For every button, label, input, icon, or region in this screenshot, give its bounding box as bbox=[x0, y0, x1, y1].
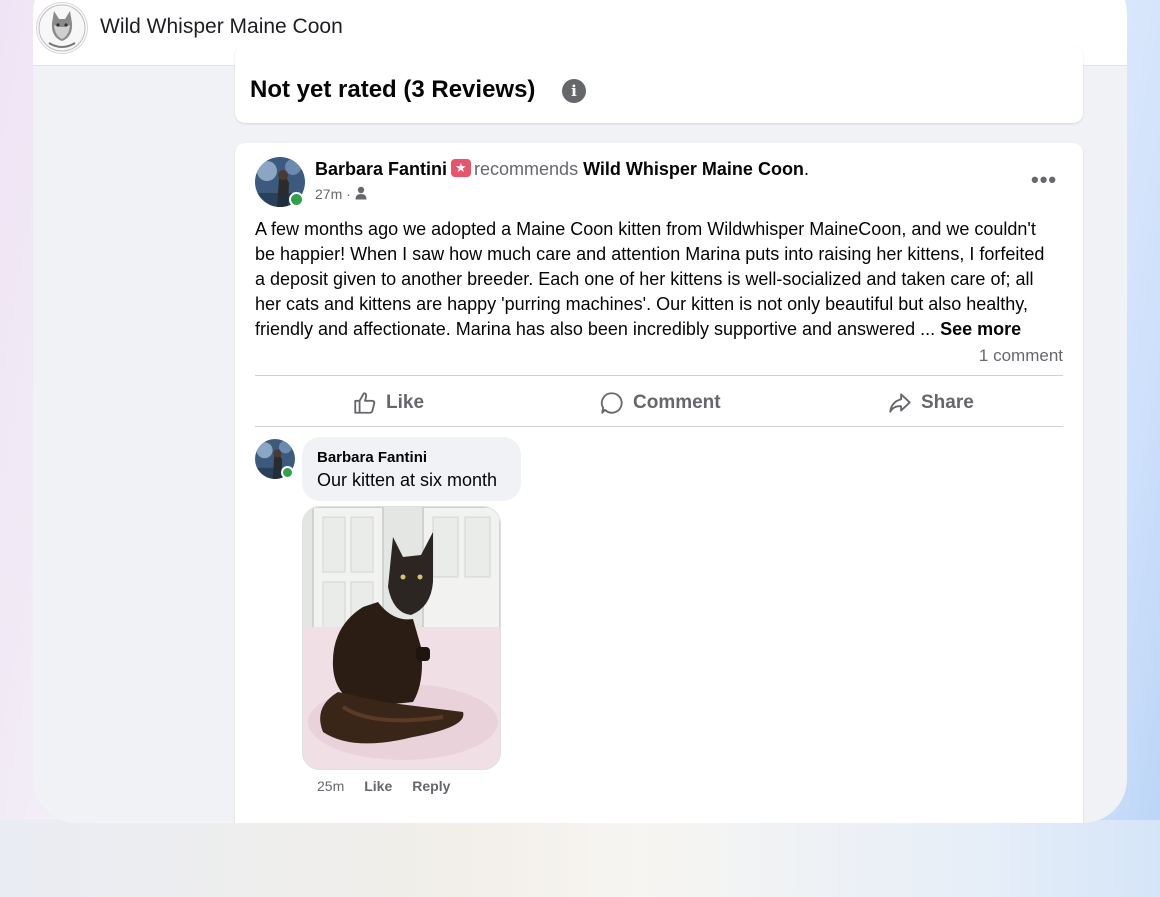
comment-text: Our kitten at six month bbox=[317, 470, 498, 490]
share-label: Share bbox=[921, 392, 974, 413]
recommend-icon bbox=[451, 159, 472, 177]
post-body: A few months ago we adopted a Maine Coon… bbox=[255, 217, 1055, 342]
cat-photo bbox=[303, 507, 500, 769]
comment-bubble: Barbara Fantini Our kitten at six month bbox=[302, 437, 521, 501]
like-button[interactable]: Like bbox=[352, 390, 424, 416]
author-name[interactable]: Barbara Fantini bbox=[315, 159, 447, 179]
comment-like-button[interactable]: Like bbox=[364, 778, 392, 794]
more-options-icon[interactable]: ••• bbox=[1031, 167, 1057, 193]
comment-icon bbox=[600, 392, 623, 414]
comment-time[interactable]: 25m bbox=[317, 778, 344, 794]
divider-top bbox=[255, 375, 1063, 376]
online-status-dot bbox=[281, 466, 294, 479]
commenter-avatar[interactable] bbox=[255, 439, 295, 479]
comment-button[interactable]: Comment bbox=[599, 390, 721, 416]
comment-count[interactable]: 1 comment bbox=[979, 346, 1063, 366]
review-post: Barbara Fantini recommends Wild Whisper M… bbox=[235, 143, 1083, 823]
info-icon[interactable]: i bbox=[562, 79, 586, 103]
kitten-photo[interactable] bbox=[302, 506, 501, 770]
friends-icon bbox=[355, 186, 367, 200]
post-text: A few months ago we adopted a Maine Coon… bbox=[255, 219, 1045, 339]
cat-logo-icon bbox=[38, 4, 86, 52]
divider-bottom bbox=[255, 426, 1063, 427]
background-glow bbox=[0, 820, 1160, 897]
recommends-label: recommends bbox=[474, 159, 579, 179]
post-time[interactable]: 27m bbox=[315, 186, 342, 202]
rating-card: Not yet rated (3 Reviews) i bbox=[235, 45, 1083, 123]
comment-label: Comment bbox=[633, 392, 721, 413]
like-label: Like bbox=[386, 392, 425, 413]
page-link[interactable]: Wild Whisper Maine Coon bbox=[583, 159, 804, 179]
online-status-dot bbox=[289, 192, 304, 207]
thumbs-up-icon bbox=[354, 392, 376, 414]
page-logo[interactable] bbox=[36, 2, 88, 54]
share-button[interactable]: Share bbox=[887, 390, 974, 416]
comment-reply-button[interactable]: Reply bbox=[412, 778, 450, 794]
commenter-name[interactable]: Barbara Fantini bbox=[317, 449, 427, 466]
see-more-link[interactable]: See more bbox=[940, 319, 1021, 339]
post-header: Barbara Fantini recommends Wild Whisper M… bbox=[315, 159, 809, 180]
header-period: . bbox=[803, 159, 809, 179]
post-meta: 27m · bbox=[315, 186, 367, 202]
share-icon bbox=[889, 393, 911, 413]
rating-title: Not yet rated (3 Reviews) bbox=[250, 76, 536, 103]
author-avatar[interactable] bbox=[255, 157, 305, 207]
page-title[interactable]: Wild Whisper Maine Coon bbox=[100, 15, 343, 39]
comment-footer: 25m Like Reply bbox=[317, 778, 450, 794]
app-window: Wild Whisper Maine Coon Not yet rated (3… bbox=[33, 0, 1127, 823]
